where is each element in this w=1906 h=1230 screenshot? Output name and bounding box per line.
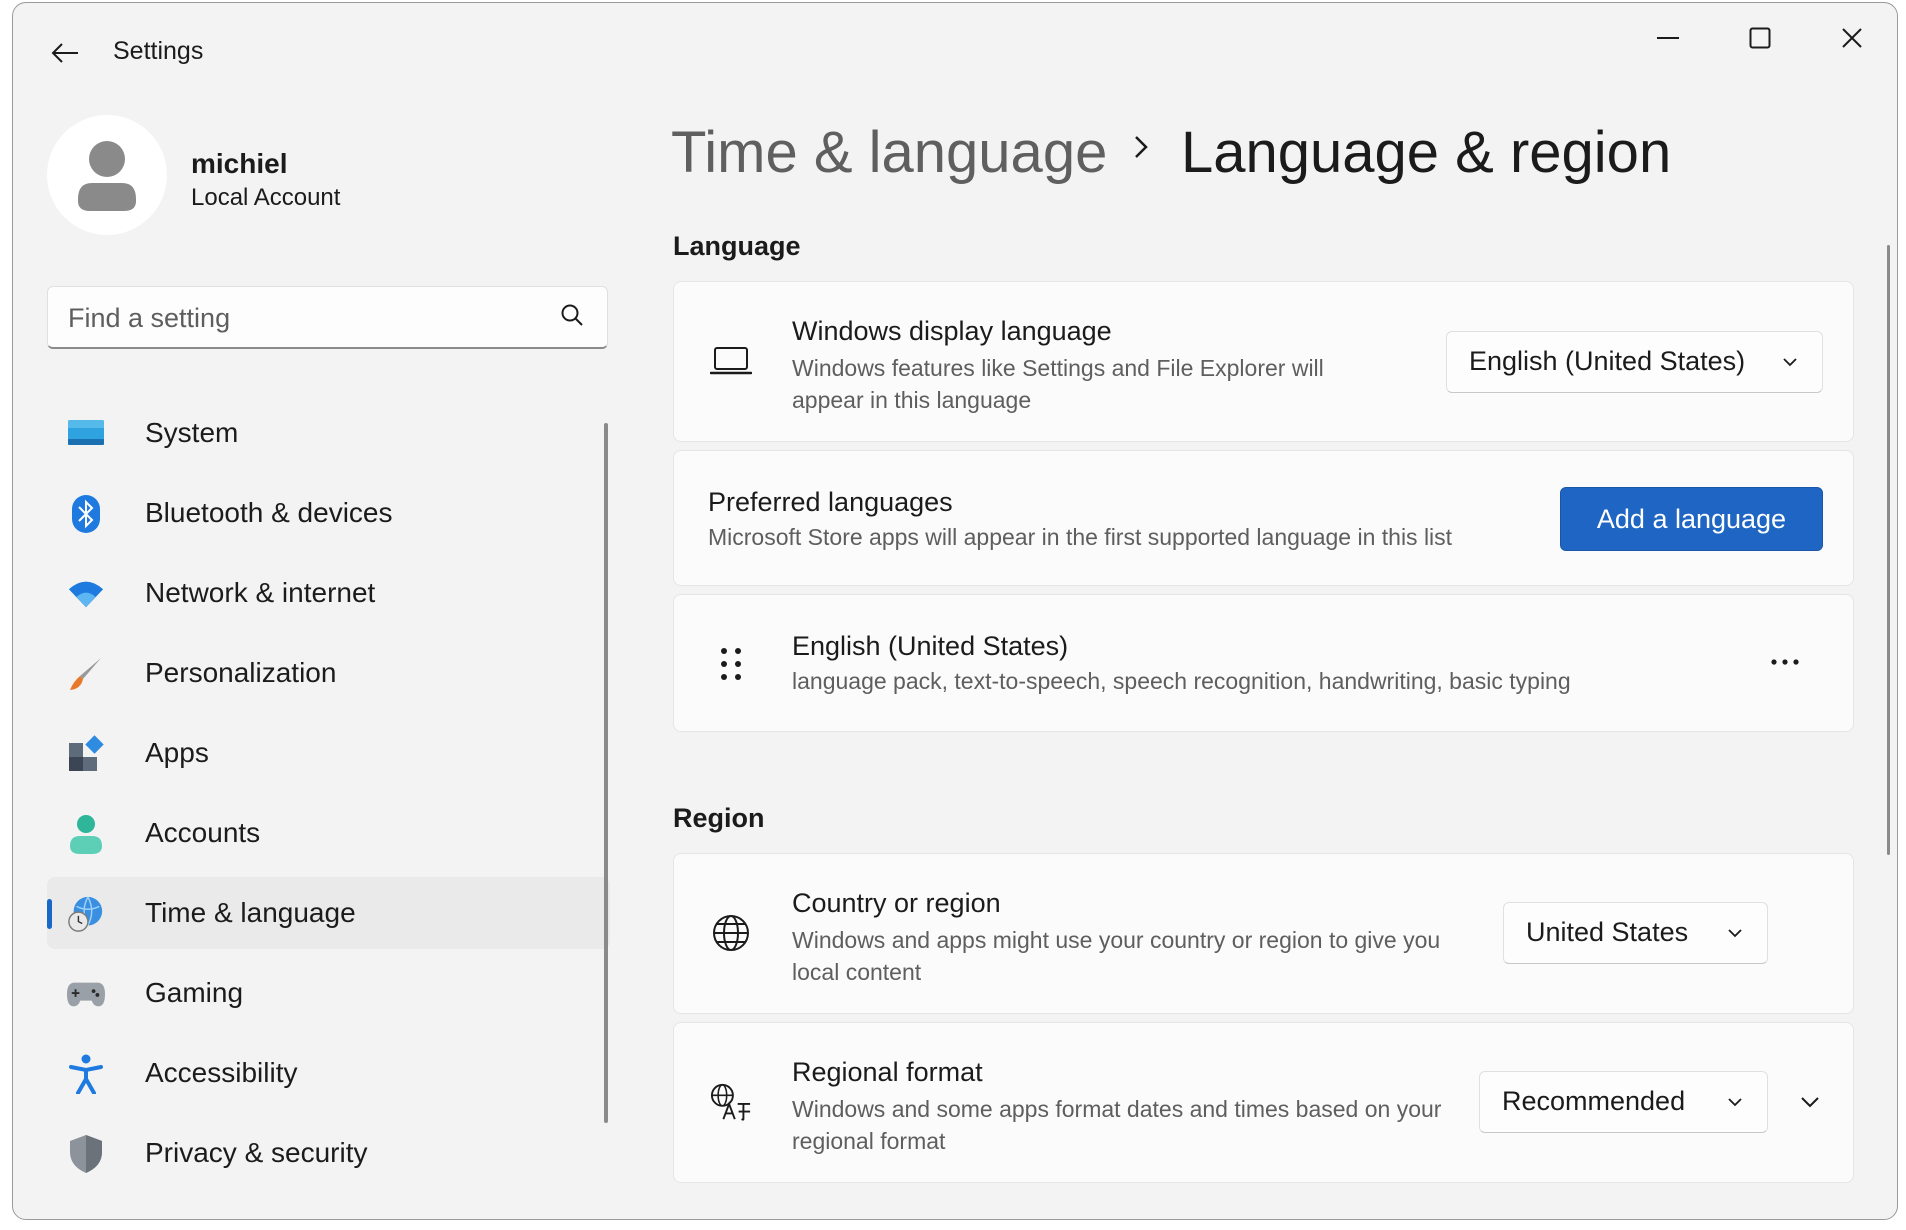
system-icon <box>67 415 105 453</box>
close-icon <box>1842 28 1862 48</box>
brush-icon <box>67 655 105 693</box>
sidebar-item-personalization[interactable]: Personalization <box>47 637 610 709</box>
more-icon <box>1771 659 1799 665</box>
sidebar-item-label: Personalization <box>145 657 337 688</box>
sidebar-item-label: Privacy & security <box>145 1137 368 1168</box>
sidebar-scrollbar[interactable] <box>604 423 608 1123</box>
add-language-button[interactable]: Add a language <box>1560 487 1823 551</box>
regional-format-title: Regional format <box>792 1057 983 1087</box>
sidebar-item-privacy[interactable]: Privacy & security <box>47 1117 610 1189</box>
sidebar-item-apps[interactable]: Apps <box>47 717 610 789</box>
avatar[interactable] <box>47 115 167 235</box>
globe-icon <box>710 912 752 954</box>
sidebar-item-accessibility[interactable]: Accessibility <box>47 1037 610 1109</box>
drag-handle-icon[interactable] <box>710 643 752 685</box>
accessibility-icon <box>67 1054 105 1094</box>
shield-icon <box>67 1135 105 1173</box>
maximize-icon <box>1749 27 1771 49</box>
wifi-icon <box>67 575 105 613</box>
main-scrollbar[interactable] <box>1887 245 1890 855</box>
sidebar-item-bluetooth[interactable]: Bluetooth & devices <box>47 477 610 549</box>
user-name: michiel <box>191 148 288 179</box>
maximize-button[interactable] <box>1725 13 1795 63</box>
selected-indicator <box>47 899 52 929</box>
language-list-item[interactable]: English (United States) language pack, t… <box>673 594 1854 732</box>
account-type: Local Account <box>191 184 341 211</box>
sidebar-item-accounts[interactable]: Accounts <box>47 797 610 869</box>
accounts-icon <box>67 815 105 854</box>
preferred-languages-title: Preferred languages <box>708 487 953 517</box>
display-language-dropdown[interactable]: English (United States) <box>1446 331 1823 393</box>
chevron-down-icon <box>1728 1098 1742 1107</box>
chevron-down-icon <box>1728 929 1742 938</box>
dropdown-value: English (United States) <box>1469 346 1746 376</box>
back-button[interactable] <box>43 31 87 75</box>
display-language-description: Windows features like Settings and File … <box>792 355 1324 413</box>
search-icon[interactable] <box>559 303 585 329</box>
minimize-icon <box>1657 37 1679 39</box>
sidebar-item-gaming[interactable]: Gaming <box>47 957 610 1029</box>
more-options-button[interactable] <box>1760 642 1810 682</box>
sidebar-item-label: System <box>145 417 239 448</box>
sidebar-item-label: Accounts <box>145 817 261 848</box>
sidebar-item-label: Gaming <box>145 977 244 1008</box>
sidebar-item-system[interactable]: System <box>47 397 610 469</box>
sidebar-item-label: Accessibility <box>145 1057 298 1088</box>
sidebar-item-label: Time & language <box>145 897 356 928</box>
chevron-down-icon <box>1801 1097 1819 1108</box>
laptop-icon <box>710 340 752 382</box>
country-dropdown[interactable]: United States <box>1503 902 1768 964</box>
language-format-icon <box>710 1081 752 1123</box>
sidebar-item-label: Network & internet <box>145 577 376 608</box>
sidebar-item-label: Apps <box>145 737 209 768</box>
sidebar-item-time-language[interactable]: Time & language <box>47 877 610 949</box>
country-region-title: Country or region <box>792 888 1001 918</box>
country-region-card: Country or region Windows and apps might… <box>673 853 1854 1014</box>
sidebar-nav: System Bluetooth & devices Network & int… <box>47 397 610 1197</box>
sidebar-item-network[interactable]: Network & internet <box>47 557 610 629</box>
gamepad-icon <box>67 975 105 1013</box>
preferred-languages-description: Microsoft Store apps will appear in the … <box>708 524 1453 550</box>
arrow-left-icon <box>51 43 78 63</box>
regional-format-description: Windows and some apps format dates and t… <box>792 1096 1442 1154</box>
apps-icon <box>67 735 105 773</box>
regional-format-card[interactable]: Regional format Windows and some apps fo… <box>673 1022 1854 1183</box>
dropdown-value: United States <box>1526 917 1689 947</box>
time-language-icon <box>67 895 105 933</box>
section-title-region: Region <box>673 803 765 833</box>
chevron-right-icon <box>1135 136 1148 158</box>
chevron-down-icon <box>1783 358 1797 367</box>
section-title-language: Language <box>673 231 801 261</box>
expand-button[interactable] <box>1790 1082 1830 1122</box>
search-input[interactable] <box>66 287 540 349</box>
app-title: Settings <box>113 37 204 65</box>
close-button[interactable] <box>1817 13 1887 63</box>
search-box <box>47 286 608 349</box>
country-region-description: Windows and apps might use your country … <box>792 927 1441 985</box>
language-features: language pack, text-to-speech, speech re… <box>792 668 1571 694</box>
dropdown-value: Recommended <box>1502 1086 1686 1116</box>
page-title: Language & region <box>1181 120 1672 185</box>
display-language-card: Windows display language Windows feature… <box>673 281 1854 442</box>
preferred-languages-card: Preferred languages Microsoft Store apps… <box>673 450 1854 586</box>
language-name: English (United States) <box>792 631 1069 661</box>
display-language-title: Windows display language <box>792 316 1112 346</box>
breadcrumb-parent[interactable]: Time & language <box>671 119 1107 186</box>
user-icon <box>78 141 136 211</box>
minimize-button[interactable] <box>1633 13 1703 63</box>
settings-window: Settings michiel Local Account System <box>12 2 1898 1220</box>
bluetooth-icon <box>67 495 105 533</box>
regional-format-dropdown[interactable]: Recommended <box>1479 1071 1768 1133</box>
sidebar-item-label: Bluetooth & devices <box>145 497 393 528</box>
